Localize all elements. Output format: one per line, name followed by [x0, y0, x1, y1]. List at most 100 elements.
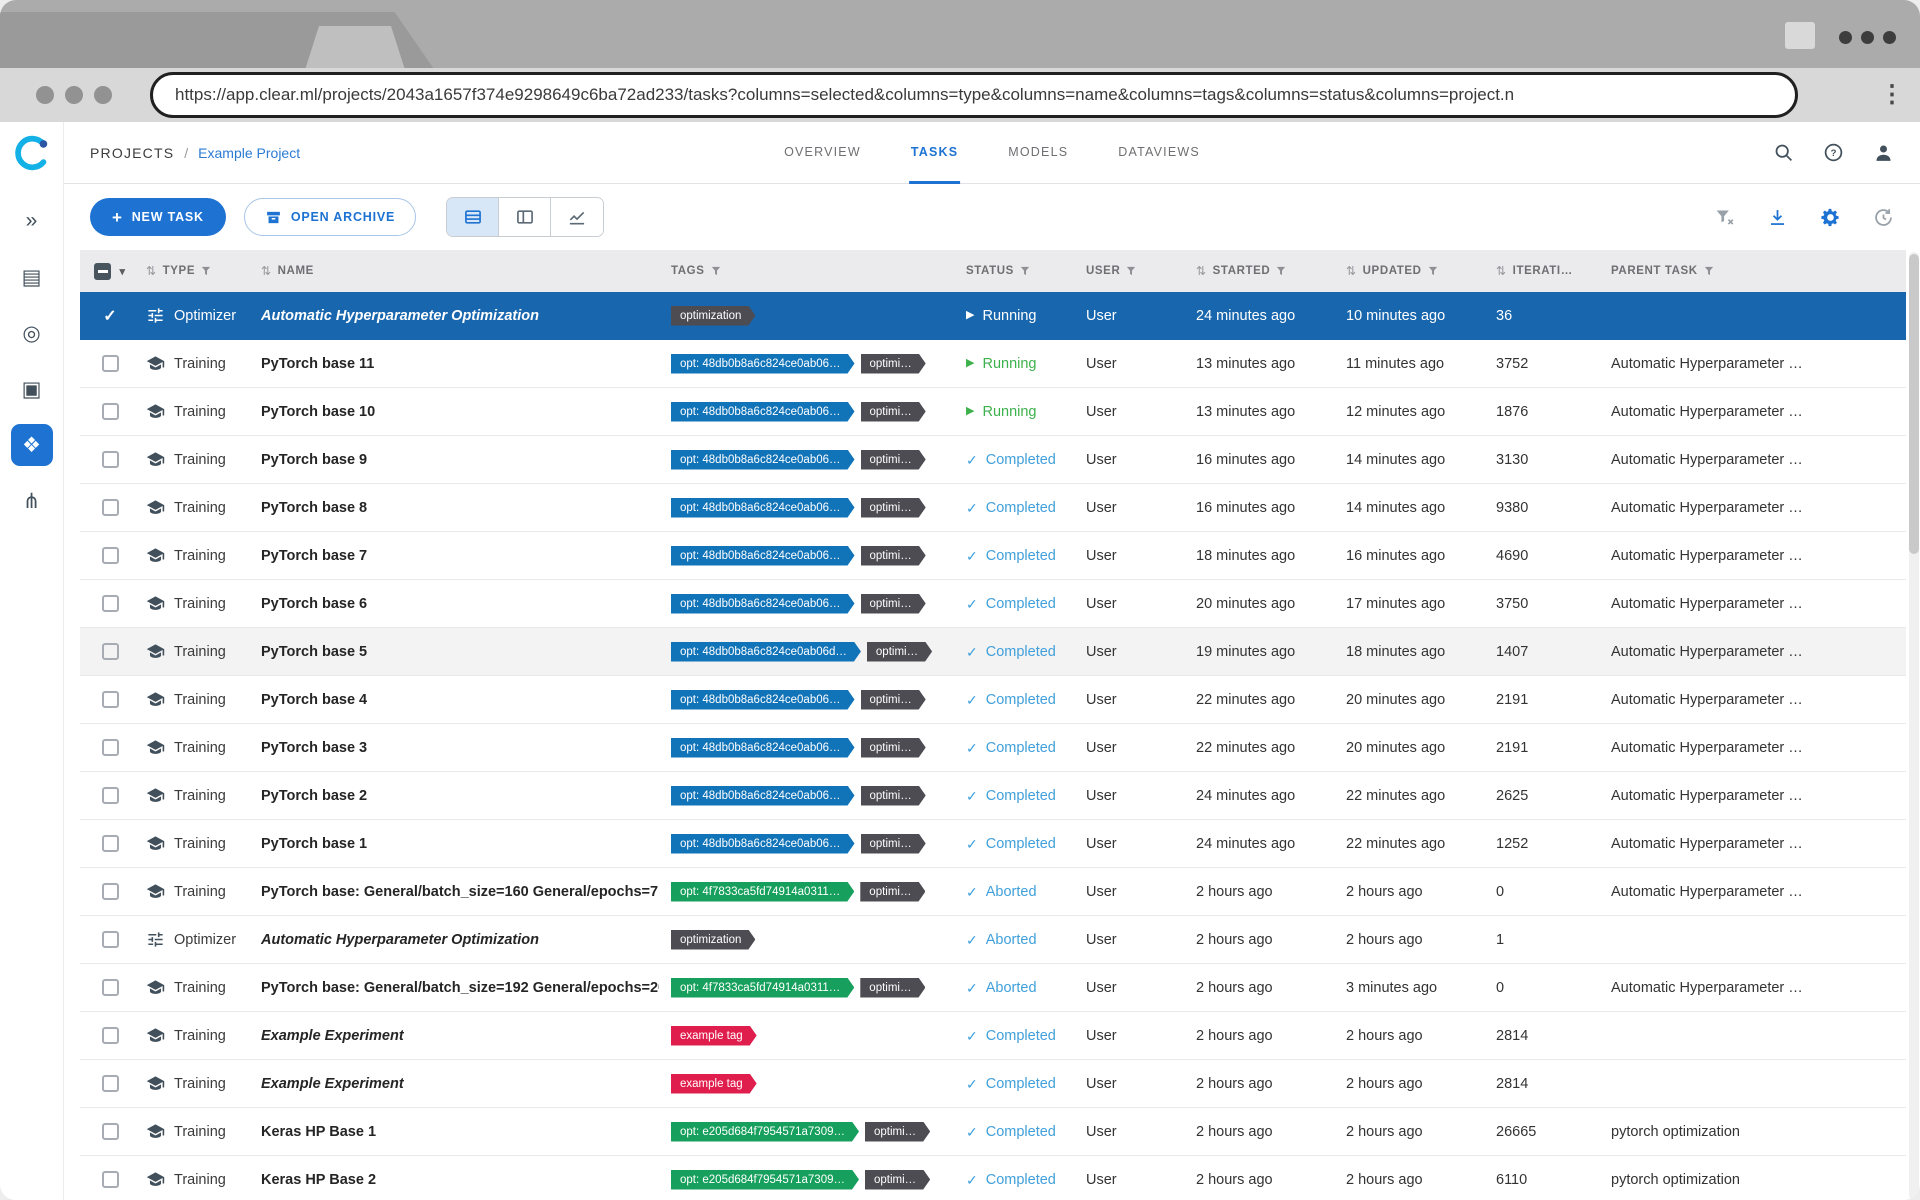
- table-row[interactable]: Training PyTorch base 10 opt: 48db0b8a6c82…: [80, 388, 1906, 436]
- table-row[interactable]: Training Keras HP Base 2 opt: e205d684f795…: [80, 1156, 1906, 1200]
- table-row[interactable]: Training PyTorch base 1 opt: 48db0b8a6c824…: [80, 820, 1906, 868]
- table-row[interactable]: Training PyTorch base 9 opt: 48db0b8a6c824…: [80, 436, 1906, 484]
- column-header-type[interactable]: ⇅ TYPE: [140, 264, 255, 278]
- breadcrumb-root[interactable]: PROJECTS: [90, 145, 174, 161]
- workers-queues-icon[interactable]: ◎: [11, 312, 53, 354]
- tag-chip[interactable]: opt: 48db0b8a6c824ce0ab06…: [671, 498, 855, 518]
- tag-chip[interactable]: optimi…: [861, 786, 926, 806]
- table-row[interactable]: Training PyTorch base: General/batch_size…: [80, 964, 1906, 1012]
- column-header-user[interactable]: USER: [1080, 265, 1190, 277]
- tag-chip[interactable]: opt: e205d684f7954571a7309…: [671, 1122, 859, 1142]
- download-csv-icon[interactable]: [1767, 207, 1788, 228]
- pipelines-icon[interactable]: ⋔: [11, 480, 53, 522]
- table-row[interactable]: Training PyTorch base 2 opt: 48db0b8a6c824…: [80, 772, 1906, 820]
- select-dropdown-caret-icon[interactable]: ▾: [119, 265, 125, 278]
- tag-chip[interactable]: optimi…: [860, 978, 925, 998]
- row-checkbox[interactable]: [101, 979, 119, 996]
- filter-icon[interactable]: [1704, 266, 1714, 276]
- row-checkbox[interactable]: [101, 691, 119, 708]
- scrollbar-thumb[interactable]: [1909, 254, 1919, 554]
- tag-chip[interactable]: opt: 48db0b8a6c824ce0ab06d…: [671, 642, 861, 662]
- tag-chip[interactable]: opt: 48db0b8a6c824ce0ab06…: [671, 402, 855, 422]
- clearml-logo[interactable]: [11, 132, 53, 174]
- tab-models[interactable]: MODELS: [1006, 122, 1070, 184]
- row-checkbox[interactable]: [101, 403, 119, 420]
- tag-chip[interactable]: opt: 48db0b8a6c824ce0ab06…: [671, 354, 855, 374]
- tag-chip[interactable]: optimi…: [861, 498, 926, 518]
- filter-icon[interactable]: [201, 266, 211, 276]
- tag-chip[interactable]: opt: 48db0b8a6c824ce0ab06…: [671, 690, 855, 710]
- column-header-tags[interactable]: TAGS: [665, 265, 960, 277]
- column-header-status[interactable]: STATUS: [960, 265, 1080, 277]
- tag-chip[interactable]: opt: 48db0b8a6c824ce0ab06…: [671, 786, 855, 806]
- table-row[interactable]: Training PyTorch base 7 opt: 48db0b8a6c824…: [80, 532, 1906, 580]
- filter-icon[interactable]: [1428, 266, 1438, 276]
- tab-dataviews[interactable]: DATAVIEWS: [1116, 122, 1202, 184]
- clear-filters-icon[interactable]: [1714, 207, 1735, 228]
- sort-icon[interactable]: ⇅: [146, 264, 157, 278]
- table-row[interactable]: Training PyTorch base 6 opt: 48db0b8a6c824…: [80, 580, 1906, 628]
- filter-icon[interactable]: [1020, 266, 1030, 276]
- row-checkbox[interactable]: [101, 547, 119, 564]
- tag-chip[interactable]: optimization: [671, 930, 755, 950]
- table-row[interactable]: Training PyTorch base 5 opt: 48db0b8a6c824…: [80, 628, 1906, 676]
- sort-icon[interactable]: ⇅: [1496, 264, 1507, 278]
- reports-icon[interactable]: ▤: [11, 256, 53, 298]
- row-checkbox[interactable]: [101, 1027, 119, 1044]
- sort-icon[interactable]: ⇅: [1346, 264, 1357, 278]
- row-checkbox[interactable]: [101, 1075, 119, 1092]
- tag-chip[interactable]: optimi…: [865, 1122, 930, 1142]
- compare-chart-view-button[interactable]: [551, 198, 604, 236]
- tag-chip[interactable]: opt: 4f7833ca5fd74914a0311…: [671, 882, 854, 902]
- table-row[interactable]: Training Example Experiment example tag ✓ Co…: [80, 1012, 1906, 1060]
- row-checkbox[interactable]: [101, 451, 119, 468]
- tab-tasks[interactable]: TASKS: [908, 122, 961, 184]
- tag-chip[interactable]: optimi…: [867, 642, 932, 662]
- table-row[interactable]: Training PyTorch base: General/batch_size…: [80, 868, 1906, 916]
- table-view-button[interactable]: [447, 198, 500, 236]
- tag-chip[interactable]: example tag: [671, 1074, 757, 1094]
- open-archive-button[interactable]: OPEN ARCHIVE: [243, 198, 417, 236]
- tag-chip[interactable]: opt: 48db0b8a6c824ce0ab06…: [671, 834, 855, 854]
- table-row[interactable]: ✓ Optimizer Automatic Hyperparameter Optim…: [80, 292, 1906, 340]
- browser-nav-buttons[interactable]: [36, 86, 112, 104]
- detail-view-button[interactable]: [499, 198, 552, 236]
- tag-chip[interactable]: optimi…: [861, 450, 926, 470]
- breadcrumb-current-project[interactable]: Example Project: [198, 145, 300, 161]
- column-header-name[interactable]: ⇅ NAME: [255, 264, 665, 278]
- table-row[interactable]: Optimizer Automatic Hyperparameter Optimi…: [80, 916, 1906, 964]
- filter-icon[interactable]: [711, 266, 721, 276]
- tag-chip[interactable]: opt: 48db0b8a6c824ce0ab06…: [671, 546, 855, 566]
- row-checkbox[interactable]: [101, 739, 119, 756]
- row-checkbox[interactable]: [101, 835, 119, 852]
- row-checkbox[interactable]: [101, 883, 119, 900]
- column-header-parent[interactable]: PARENT TASK: [1605, 265, 1906, 277]
- url-bar[interactable]: https://app.clear.ml/projects/2043a1657f…: [150, 72, 1798, 118]
- window-control-square[interactable]: [1785, 22, 1815, 49]
- table-row[interactable]: Training PyTorch base 8 opt: 48db0b8a6c824…: [80, 484, 1906, 532]
- tag-chip[interactable]: example tag: [671, 1026, 757, 1046]
- help-icon[interactable]: ?: [1822, 142, 1844, 164]
- tag-chip[interactable]: optimi…: [865, 1170, 930, 1190]
- settings-gear-icon[interactable]: [1820, 207, 1841, 228]
- tag-chip[interactable]: opt: 4f7833ca5fd74914a0311…: [671, 978, 854, 998]
- new-task-button[interactable]: + NEW TASK: [90, 198, 226, 236]
- filter-icon[interactable]: [1276, 266, 1286, 276]
- row-checkbox[interactable]: [101, 499, 119, 516]
- sort-icon[interactable]: ⇅: [1196, 264, 1207, 278]
- datasets-icon[interactable]: ▣: [11, 368, 53, 410]
- column-header-started[interactable]: ⇅ STARTED: [1190, 264, 1340, 278]
- projects-icon[interactable]: ❖: [10, 424, 53, 466]
- table-row[interactable]: Training Example Experiment example tag ✓ Co…: [80, 1060, 1906, 1108]
- row-checkbox[interactable]: [101, 643, 119, 660]
- tag-chip[interactable]: optimization: [671, 306, 755, 326]
- auto-refresh-icon[interactable]: [1873, 207, 1894, 228]
- row-checkbox[interactable]: [101, 1123, 119, 1140]
- select-all-checkbox[interactable]: [94, 262, 112, 280]
- row-checkbox[interactable]: [101, 787, 119, 804]
- column-header-iter[interactable]: ⇅ ITERATI…: [1490, 264, 1605, 278]
- browser-menu-icon[interactable]: ⋮: [1880, 83, 1904, 107]
- tag-chip[interactable]: optimi…: [861, 546, 926, 566]
- filter-icon[interactable]: [1126, 266, 1136, 276]
- table-row[interactable]: Training Keras HP Base 1 opt: e205d684f795…: [80, 1108, 1906, 1156]
